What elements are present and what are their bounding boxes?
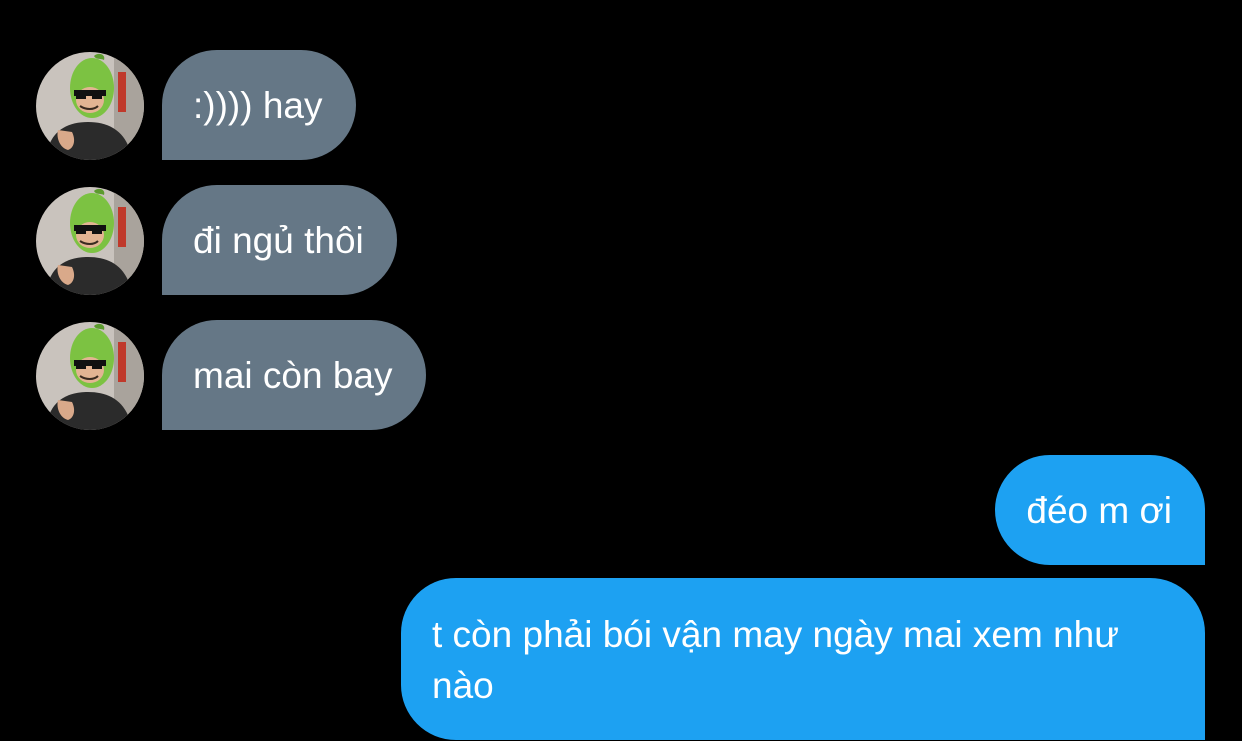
avatar-photo-icon <box>36 322 144 430</box>
avatar-photo-icon <box>36 52 144 160</box>
message-text: t còn phải bói vận may ngày mai xem như … <box>432 614 1120 706</box>
avatar[interactable] <box>36 52 144 160</box>
incoming-message-bubble[interactable]: :)))) hay <box>162 50 356 160</box>
outgoing-message-bubble[interactable]: t còn phải bói vận may ngày mai xem như … <box>401 578 1205 740</box>
avatar[interactable] <box>36 322 144 430</box>
message-text: đi ngủ thôi <box>193 220 364 261</box>
incoming-message-bubble[interactable]: mai còn bay <box>162 320 426 430</box>
avatar[interactable] <box>36 187 144 295</box>
message-text: mai còn bay <box>193 355 393 396</box>
avatar-photo-icon <box>36 187 144 295</box>
message-text: đéo m ơi <box>1026 490 1172 531</box>
message-text: :)))) hay <box>193 85 323 126</box>
incoming-message-bubble[interactable]: đi ngủ thôi <box>162 185 397 295</box>
outgoing-message-bubble[interactable]: đéo m ơi <box>995 455 1205 565</box>
